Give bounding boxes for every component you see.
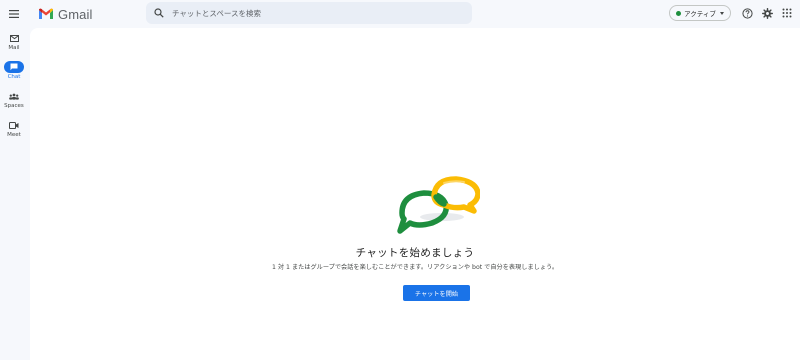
rail-item-mail[interactable]: Mail (0, 32, 28, 56)
status-label: アクティブ (684, 10, 716, 18)
mail-icon (9, 34, 19, 42)
rail-item-meet[interactable]: Meet (0, 119, 28, 143)
rail-label-chat: Chat (7, 74, 21, 80)
rail-pill (4, 32, 24, 44)
chat-icon (10, 63, 18, 71)
rail-item-chat[interactable]: Chat (0, 61, 28, 85)
gmail-m-icon (39, 8, 53, 19)
empty-state-title: チャットを始めましょう (355, 247, 475, 259)
rail-pill-active (4, 61, 24, 73)
start-chat-button[interactable]: チャットを開始 (403, 285, 470, 301)
rail-label-mail: Mail (8, 45, 20, 51)
empty-state-subtitle: 1 対 1 またはグループで会話を楽しむことができます。リアクションや bot … (271, 264, 559, 271)
settings-icon (761, 7, 773, 19)
left-nav-rail: Mail Chat Spaces Meet (0, 28, 28, 360)
rail-pill (4, 119, 24, 131)
rail-pill (4, 90, 24, 102)
hamburger-menu-icon (9, 10, 19, 18)
app-name: Gmail (58, 6, 93, 22)
gmail-logo[interactable]: Gmail (38, 6, 92, 22)
top-bar: Gmail アクティブ (0, 0, 800, 28)
main-menu-button[interactable] (4, 4, 24, 24)
rail-label-meet: Meet (7, 132, 21, 138)
status-dropdown[interactable]: アクティブ (669, 5, 731, 21)
search-input[interactable] (172, 8, 452, 18)
rail-item-spaces[interactable]: Spaces (0, 90, 28, 114)
apps-button[interactable] (780, 6, 794, 20)
apps-grid-icon (782, 8, 792, 18)
help-icon (741, 7, 753, 19)
video-icon (9, 121, 19, 129)
search-icon[interactable] (154, 8, 164, 18)
spaces-icon (9, 93, 19, 100)
chevron-down-icon (719, 11, 724, 15)
search-bar[interactable] (146, 2, 472, 24)
status-dot (676, 10, 682, 16)
help-button[interactable] (740, 6, 754, 20)
rail-label-spaces: Spaces (4, 103, 24, 109)
settings-button[interactable] (760, 6, 774, 20)
chat-main-panel: チャットを始めましょう 1 対 1 またはグループで会話を楽しむことができます。… (30, 28, 800, 360)
